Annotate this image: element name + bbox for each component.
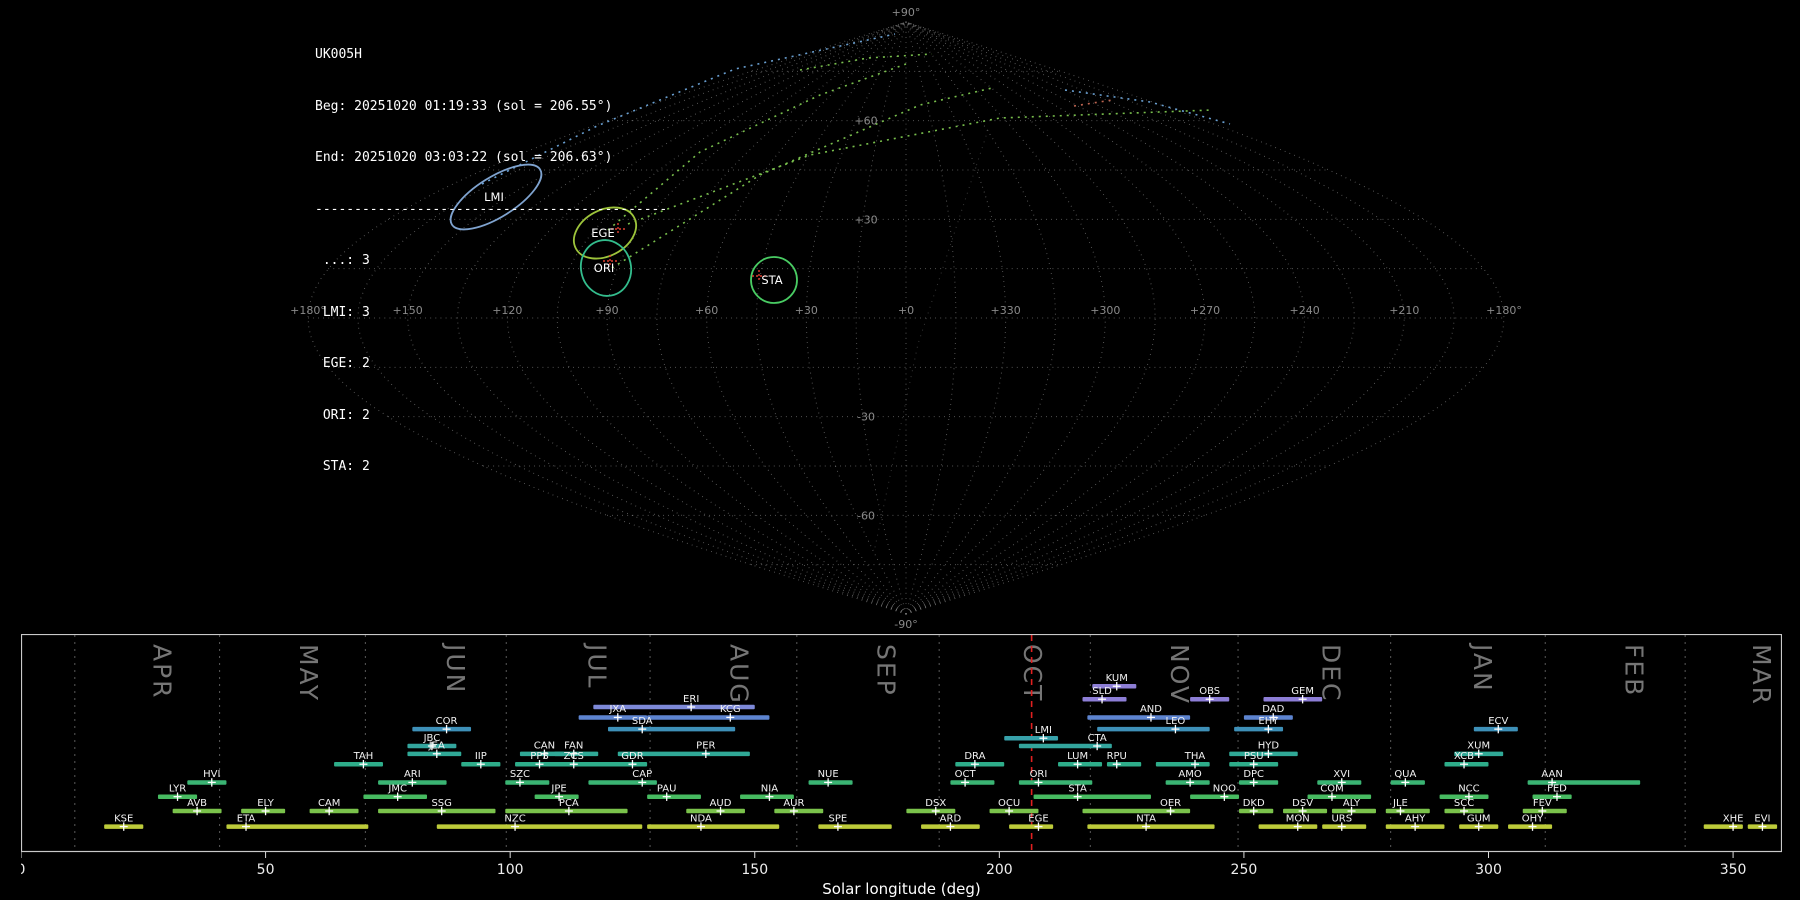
month-label-OCT: OCT (1018, 644, 1047, 702)
station-id: UK005H (315, 47, 362, 63)
shower-bar-EHY (1234, 726, 1284, 732)
count-sporadic: ...: 3 (315, 253, 370, 269)
end-time: End: 20251020 03:03:22 (sol = 206.63°) (315, 150, 613, 166)
divider: ----------------------------------------… (315, 201, 668, 217)
meteor-radiant-app: LMI EGE ORI STA +180° +150 +120 +90 +60 +30 +0 +330… (0, 0, 1800, 900)
lon-label: +30 (795, 304, 818, 317)
grid-meridian (905, 21, 1156, 615)
shower-bar-COM (1307, 794, 1372, 799)
lon-label: +180° (1486, 304, 1522, 317)
grid-meridian (905, 21, 1505, 615)
meteor-track (873, 129, 989, 553)
lon-label: +0 (898, 304, 914, 317)
lon-label: +240 (1290, 304, 1320, 317)
radiant-label-STA: STA (761, 273, 782, 287)
sky-map: LMIEGEORISTA+180° +150 +120 +90 +60 +30 +0 +330… (290, 6, 1522, 631)
lon-label: +210 (1389, 304, 1419, 317)
shower-bar-DRA (955, 762, 1005, 767)
shower-bar-AAN (1527, 780, 1641, 785)
month-label-FEB: FEB (1620, 644, 1649, 697)
shower-bar-KCG (647, 715, 770, 720)
shower-bar-CAP (588, 780, 657, 785)
shower-bar-THA (1155, 762, 1210, 767)
count-sta: STA: 2 (315, 459, 370, 475)
month-label-DEC: DEC (1316, 644, 1345, 703)
month-label-AUG: AUG (725, 644, 754, 705)
axis-tick-label: 350 (1720, 862, 1747, 878)
month-label-MAY: MAY (294, 644, 323, 702)
shower-bar-NDA (647, 824, 780, 829)
axis-tick-label: 300 (1475, 862, 1502, 878)
lon-label: +300 (1090, 304, 1120, 317)
shower-bar-CAM (309, 808, 359, 814)
shower-bar-EGE (1009, 824, 1054, 829)
shower-bar-LMI (1004, 736, 1059, 741)
shower-bar-SPE (818, 824, 892, 829)
begin-time: Beg: 20251020 01:19:33 (sol = 206.55°) (315, 98, 613, 114)
count-ori: ORI: 2 (315, 407, 370, 423)
lat-label: -90° (894, 618, 917, 631)
lon-label: +330 (991, 304, 1021, 317)
month-label-APR: APR (147, 644, 176, 700)
month-label-JUL: JUL (583, 642, 612, 690)
shower-bar-NTA (1087, 824, 1215, 829)
meteor-track (1073, 99, 1113, 107)
grid-meridian (905, 21, 1256, 615)
meteor-track (799, 53, 933, 71)
shower-bar-LEO (1097, 726, 1210, 732)
shower-bar-OCT (950, 780, 995, 785)
shower-bar-AUR (774, 808, 824, 814)
chart-border (21, 634, 1782, 853)
meteor-track (1064, 89, 1231, 125)
count-ege: EGE: 2 (315, 356, 370, 372)
month-label-NOV: NOV (1165, 644, 1194, 705)
grid-meridian (656, 21, 907, 615)
shower-bar-DPC (1239, 780, 1279, 785)
shower-bar-SDA (608, 726, 736, 732)
shower-bar-TAH (334, 762, 383, 767)
shower-bar-PAU (647, 794, 701, 799)
axis-tick-label: 250 (1231, 862, 1258, 878)
observation-info: UK005H Beg: 20251020 01:19:33 (sol = 206… (315, 12, 667, 510)
grid-meridian (905, 21, 1306, 615)
activity-timeline-chart: APR MAY JUN JUL AUG SEP OCT NOV DEC JAN FEB MARKUMS… (21, 634, 1782, 898)
lon-label: +60 (695, 304, 718, 317)
shower-bar-STA (1033, 794, 1151, 799)
axis-tick-label: 100 (497, 862, 524, 878)
count-lmi: LMI: 3 (315, 304, 370, 320)
month-label-MAR: MAR (1747, 644, 1776, 706)
shower-bar-MON (1258, 824, 1318, 829)
shower-bar-GEM (1263, 697, 1323, 702)
lat-label: -30 (857, 411, 875, 424)
lat-label: -60 (857, 509, 875, 522)
axis-tick-label: 200 (986, 862, 1013, 878)
shower-bar-GDR (598, 762, 648, 767)
shower-bar-NOO (1190, 794, 1240, 799)
shower-bar-COR (412, 726, 472, 732)
axis-tick-label: 150 (741, 862, 768, 878)
x-axis-title: Solar longitude (deg) (822, 880, 980, 898)
lat-label: +90° (892, 6, 921, 19)
shower-bar-HVI (187, 780, 227, 785)
shower-bar-SZC (505, 780, 550, 785)
month-label-SEP: SEP (871, 644, 900, 697)
month-label-JAN: JAN (1468, 642, 1497, 693)
shower-bar-RPU (1106, 762, 1142, 767)
lat-label: +30 (854, 213, 877, 226)
lon-label: +270 (1190, 304, 1220, 317)
shower-bar-SSG (378, 808, 496, 814)
lat-label: +60 (854, 115, 877, 128)
grid-meridian (855, 21, 907, 615)
month-label-JUN: JUN (441, 642, 470, 694)
axis-tick-label: 0 (21, 862, 25, 878)
axis-tick-label: 50 (257, 862, 275, 878)
shower-bar-NZC (436, 824, 643, 829)
meteor-track (627, 109, 1213, 225)
